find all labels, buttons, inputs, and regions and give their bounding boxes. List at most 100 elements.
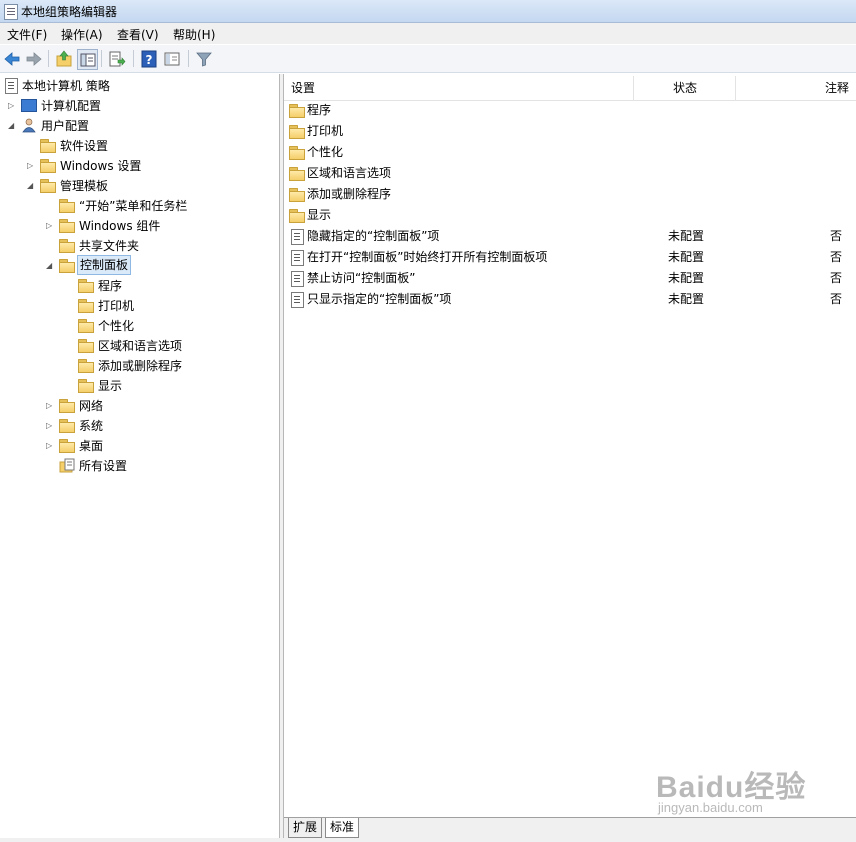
forward-icon[interactable] (24, 49, 44, 69)
policy-setting-icon (291, 229, 304, 245)
menu-view[interactable]: 查看(V) (117, 26, 159, 43)
policy-document-icon (5, 78, 18, 94)
collapse-arrow-icon[interactable]: ◢ (46, 262, 54, 270)
tree-label: 所有设置 (79, 459, 128, 473)
open-folder-icon (59, 259, 75, 273)
tree-label: 显示 (98, 379, 123, 393)
title-bar: 本地组策略编辑器 (0, 0, 856, 23)
toolbar-separator (188, 50, 189, 67)
folder-icon (78, 379, 94, 393)
folder-icon (59, 439, 75, 453)
collapse-arrow-icon[interactable]: ◢ (8, 122, 16, 130)
list-item-folder[interactable]: 个性化 (284, 142, 856, 163)
tree-label: 计算机配置 (41, 99, 102, 113)
group-policy-app-icon (4, 4, 18, 20)
folder-icon (59, 419, 75, 433)
tree-label: 网络 (79, 399, 104, 413)
help-icon[interactable]: ? (139, 49, 159, 69)
policy-comment: 否 (830, 229, 843, 243)
tab-extended[interactable]: 扩展 (288, 818, 323, 838)
folder-icon (289, 209, 305, 223)
folder-icon (78, 319, 94, 333)
baidu-watermark: Baidu经验 jingyan.baidu.com (656, 762, 816, 822)
toolbar-separator (48, 50, 49, 67)
expand-arrow-icon[interactable]: ▷ (46, 402, 54, 410)
tree-label: 个性化 (98, 319, 135, 333)
folder-name: 程序 (307, 103, 332, 117)
list-item-folder[interactable]: 区域和语言选项 (284, 163, 856, 184)
status-bar (0, 838, 856, 842)
policy-state: 未配置 (668, 271, 705, 285)
svg-text:?: ? (146, 53, 153, 67)
tree-label: 系统 (79, 419, 104, 433)
tree-label: “开始”菜单和任务栏 (79, 199, 188, 213)
list-item-folder[interactable]: 程序 (284, 100, 856, 121)
tree-label: 本地计算机 策略 (22, 79, 110, 93)
expand-arrow-icon[interactable]: ▷ (46, 442, 54, 450)
folder-icon (78, 279, 94, 293)
tree-label: 软件设置 (60, 139, 109, 153)
toolbar: ? (0, 45, 856, 73)
expand-arrow-icon[interactable]: ▷ (27, 162, 35, 170)
folder-icon (289, 146, 305, 160)
up-folder-icon[interactable] (54, 49, 74, 69)
policy-name: 在打开“控制面板”时始终打开所有控制面板项 (307, 250, 548, 264)
list-item-folder[interactable]: 显示 (284, 205, 856, 226)
tree-pane: 本地计算机 策略 ▷ 计算机配置 ◢ 用户配置 软件设置 ▷ Windows 设… (0, 74, 280, 838)
expand-arrow-icon[interactable]: ▷ (46, 422, 54, 430)
tree-label: 程序 (98, 279, 123, 293)
column-header-setting[interactable]: 设置 (284, 76, 634, 100)
list-item-policy[interactable]: 只显示指定的“控制面板”项 未配置 否 (284, 289, 856, 310)
toolbar-separator (133, 50, 134, 67)
folder-icon (289, 125, 305, 139)
export-list-icon[interactable] (107, 49, 127, 69)
column-header-state[interactable]: 状态 (635, 76, 736, 100)
collapse-arrow-icon[interactable]: ◢ (27, 182, 35, 190)
menu-action[interactable]: 操作(A) (61, 26, 103, 43)
policy-name: 只显示指定的“控制面板”项 (307, 292, 452, 306)
policy-setting-icon (291, 292, 304, 308)
policy-setting-icon (291, 271, 304, 287)
policy-comment: 否 (830, 250, 843, 264)
properties-view-icon[interactable] (162, 49, 182, 69)
policy-name: 隐藏指定的“控制面板”项 (307, 229, 440, 243)
folder-name: 添加或删除程序 (307, 187, 392, 201)
list-item-folder[interactable]: 打印机 (284, 121, 856, 142)
tree-label: Windows 设置 (60, 159, 142, 173)
menu-help[interactable]: 帮助(H) (173, 26, 215, 43)
folder-name: 区域和语言选项 (307, 166, 392, 180)
expand-arrow-icon[interactable]: ▷ (8, 102, 16, 110)
folder-icon (78, 359, 94, 373)
folder-icon (40, 159, 56, 173)
filter-icon[interactable] (194, 49, 214, 69)
folder-name: 个性化 (307, 145, 344, 159)
back-icon[interactable] (2, 49, 22, 69)
user-icon (22, 118, 36, 133)
tree-label: 区域和语言选项 (98, 339, 183, 353)
show-hide-tree-icon[interactable] (77, 49, 98, 70)
expand-arrow-icon[interactable]: ▷ (46, 222, 54, 230)
list-item-policy[interactable]: 隐藏指定的“控制面板”项 未配置 否 (284, 226, 856, 247)
list-item-policy[interactable]: 禁止访问“控制面板” 未配置 否 (284, 268, 856, 289)
tree-label: 添加或删除程序 (98, 359, 183, 373)
tab-standard[interactable]: 标准 (325, 818, 360, 838)
menu-file[interactable]: 文件(F) (7, 26, 47, 43)
folder-icon (59, 199, 75, 213)
policy-state: 未配置 (668, 229, 705, 243)
watermark-sub: jingyan.baidu.com (658, 800, 763, 815)
folder-icon (59, 239, 75, 253)
folder-name: 打印机 (307, 124, 344, 138)
tree-label: 桌面 (79, 439, 104, 453)
folder-name: 显示 (307, 208, 332, 222)
folder-icon (289, 104, 305, 118)
folder-icon (59, 219, 75, 233)
folder-icon (289, 167, 305, 181)
folder-icon (59, 399, 75, 413)
list-item-folder[interactable]: 添加或删除程序 (284, 184, 856, 205)
folder-icon (78, 299, 94, 313)
column-header-comment[interactable]: 注释 (736, 76, 853, 100)
list-item-policy[interactable]: 在打开“控制面板”时始终打开所有控制面板项 未配置 否 (284, 247, 856, 268)
policy-state: 未配置 (668, 250, 705, 264)
tree-label: 用户配置 (41, 119, 90, 133)
policy-state: 未配置 (668, 292, 705, 306)
